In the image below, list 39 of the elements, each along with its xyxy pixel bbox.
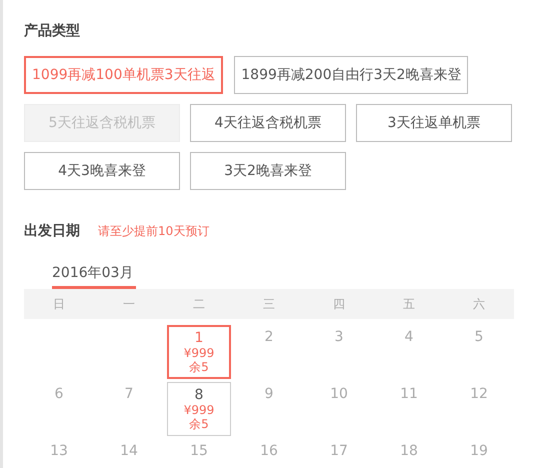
day-number: 10: [330, 386, 348, 402]
section-title: 产品类型: [24, 22, 81, 40]
day-number: 2: [264, 329, 274, 345]
day-number: 6: [54, 386, 64, 402]
product-option[interactable]: 3天往返单机票: [356, 104, 512, 142]
price: ¥999: [184, 403, 214, 417]
day-number: 4: [404, 329, 414, 345]
product-option[interactable]: 4天3晚喜来登: [24, 152, 180, 190]
booking-notice: 请至少提前10天预订: [98, 223, 210, 240]
product-option[interactable]: 4天往返含税机票: [190, 104, 346, 142]
product-option[interactable]: 3天2晚喜来登: [190, 152, 346, 190]
weekday-label: 二: [192, 296, 206, 312]
day-number: 13: [50, 443, 68, 459]
day-number: 19: [470, 443, 488, 459]
day-number: 5: [474, 329, 484, 345]
day-number: 14: [120, 443, 138, 459]
weekday-label: 日: [52, 296, 66, 312]
day-number: 18: [400, 443, 418, 459]
day-number: 15: [190, 443, 208, 459]
day-number: 1: [194, 330, 204, 346]
remaining-stock: 余5: [189, 417, 209, 431]
remaining-stock: 余5: [189, 360, 209, 374]
day-number: 8: [194, 387, 204, 403]
product-option[interactable]: 1899再减200自由行3天2晚喜来登: [234, 56, 468, 94]
weekday-label: 一: [122, 296, 136, 312]
weekday-label: 三: [262, 296, 276, 312]
weekday-label: 六: [472, 296, 486, 312]
day-number: 7: [124, 386, 134, 402]
day-number: 16: [260, 443, 278, 459]
day-number: 9: [264, 386, 274, 402]
day-number: 17: [330, 443, 348, 459]
weekday-label: 五: [402, 296, 416, 312]
day-number: 12: [470, 386, 488, 402]
day-number: 11: [400, 386, 418, 402]
weekday-label: 四: [332, 296, 346, 312]
section-title: 出发日期: [24, 222, 80, 240]
day-number: 3: [334, 329, 344, 345]
date-cell[interactable]: 8 ¥999 余5: [167, 382, 231, 436]
price: ¥999: [184, 346, 214, 360]
